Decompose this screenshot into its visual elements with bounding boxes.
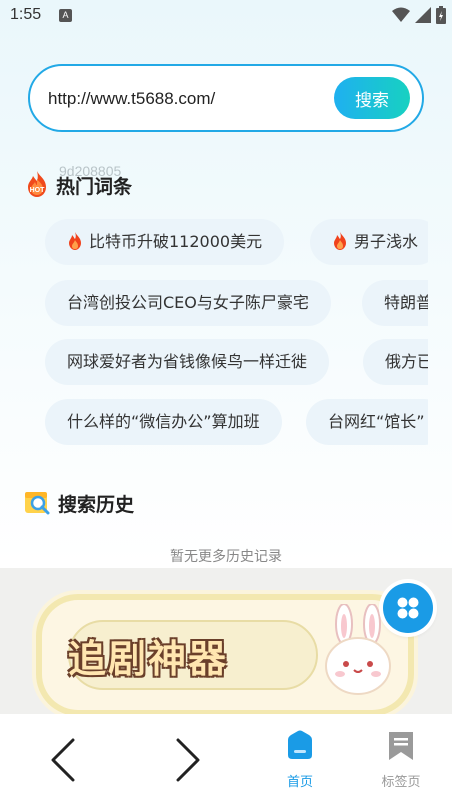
forward-button[interactable] [158, 714, 218, 805]
status-bar: 1:55 A [0, 0, 452, 32]
nav-bookmarks-label: 标签页 [381, 775, 421, 790]
bottom-navigation: 首页 标签页 [0, 714, 452, 805]
grid-menu-icon [397, 597, 419, 619]
search-button[interactable]: 搜索 [334, 77, 410, 119]
hot-tag[interactable]: 网球爱好者为省钱像候鸟一样迁徙 [45, 339, 330, 385]
status-time: 1:55 [10, 6, 42, 23]
hot-tag[interactable]: 什么样的“微信办公”算加班 [45, 399, 282, 445]
url-input[interactable] [48, 85, 338, 113]
signal-icon [415, 7, 431, 23]
status-notification-icon: A [59, 9, 72, 22]
history-section-title: 搜索历史 [58, 494, 135, 516]
hot-tags-list: 比特币升破112000美元 男子浅水 台湾创投公司CEO与女子陈尸豪宅 特朗普 … [0, 215, 428, 455]
history-section-header: 搜索历史 [24, 486, 324, 518]
hot-tag-label: 什么样的“微信办公”算加班 [67, 412, 260, 431]
fire-icon: HOT [28, 171, 46, 197]
floating-menu-button[interactable] [383, 583, 433, 633]
hot-tag[interactable]: 台网红“馆长” [306, 399, 428, 445]
back-button[interactable] [35, 714, 95, 805]
hot-tag[interactable]: 俄方已 [363, 339, 428, 385]
nav-bookmarks[interactable]: 标签页 [371, 714, 431, 805]
hot-tag-label: 男子浅水 [354, 232, 419, 251]
hot-tag-label: 特朗普 [384, 293, 428, 312]
search-bar: 搜索 [28, 64, 424, 132]
nav-home-label: 首页 [286, 775, 313, 790]
nav-home[interactable]: 首页 [270, 714, 330, 805]
bookmark-icon [389, 732, 413, 760]
svg-text:HOT: HOT [30, 187, 46, 194]
hot-tag-label: 网球爱好者为省钱像候鸟一样迁徙 [67, 352, 308, 371]
hot-tag-label: 比特币升破112000美元 [89, 232, 263, 251]
hot-tag-label: 台湾创投公司CEO与女子陈尸豪宅 [67, 293, 309, 312]
wifi-icon [392, 7, 410, 22]
flame-icon [334, 232, 346, 250]
search-history-icon [25, 492, 50, 515]
home-icon [288, 730, 312, 759]
back-arrow-icon [51, 738, 75, 782]
hot-tag[interactable]: 男子浅水 [310, 219, 428, 265]
hot-tag-label: 台网红“馆长” [328, 412, 425, 431]
hot-tag[interactable]: 特朗普 [362, 280, 428, 326]
forward-arrow-icon [176, 738, 200, 782]
battery-icon [436, 6, 446, 24]
hot-section-header: HOT 热门词条 [24, 168, 324, 200]
hot-section-title: 热门词条 [56, 176, 133, 198]
hot-tag[interactable]: 台湾创投公司CEO与女子陈尸豪宅 [45, 280, 331, 326]
hot-tag-label: 俄方已 [385, 352, 428, 371]
status-icons [392, 6, 446, 24]
flame-icon [69, 232, 81, 250]
history-empty-text: 暂无更多历史记录 [170, 549, 282, 565]
banner-title: 追剧神器 [68, 636, 229, 681]
hot-tag[interactable]: 比特币升破112000美元 [45, 219, 285, 265]
